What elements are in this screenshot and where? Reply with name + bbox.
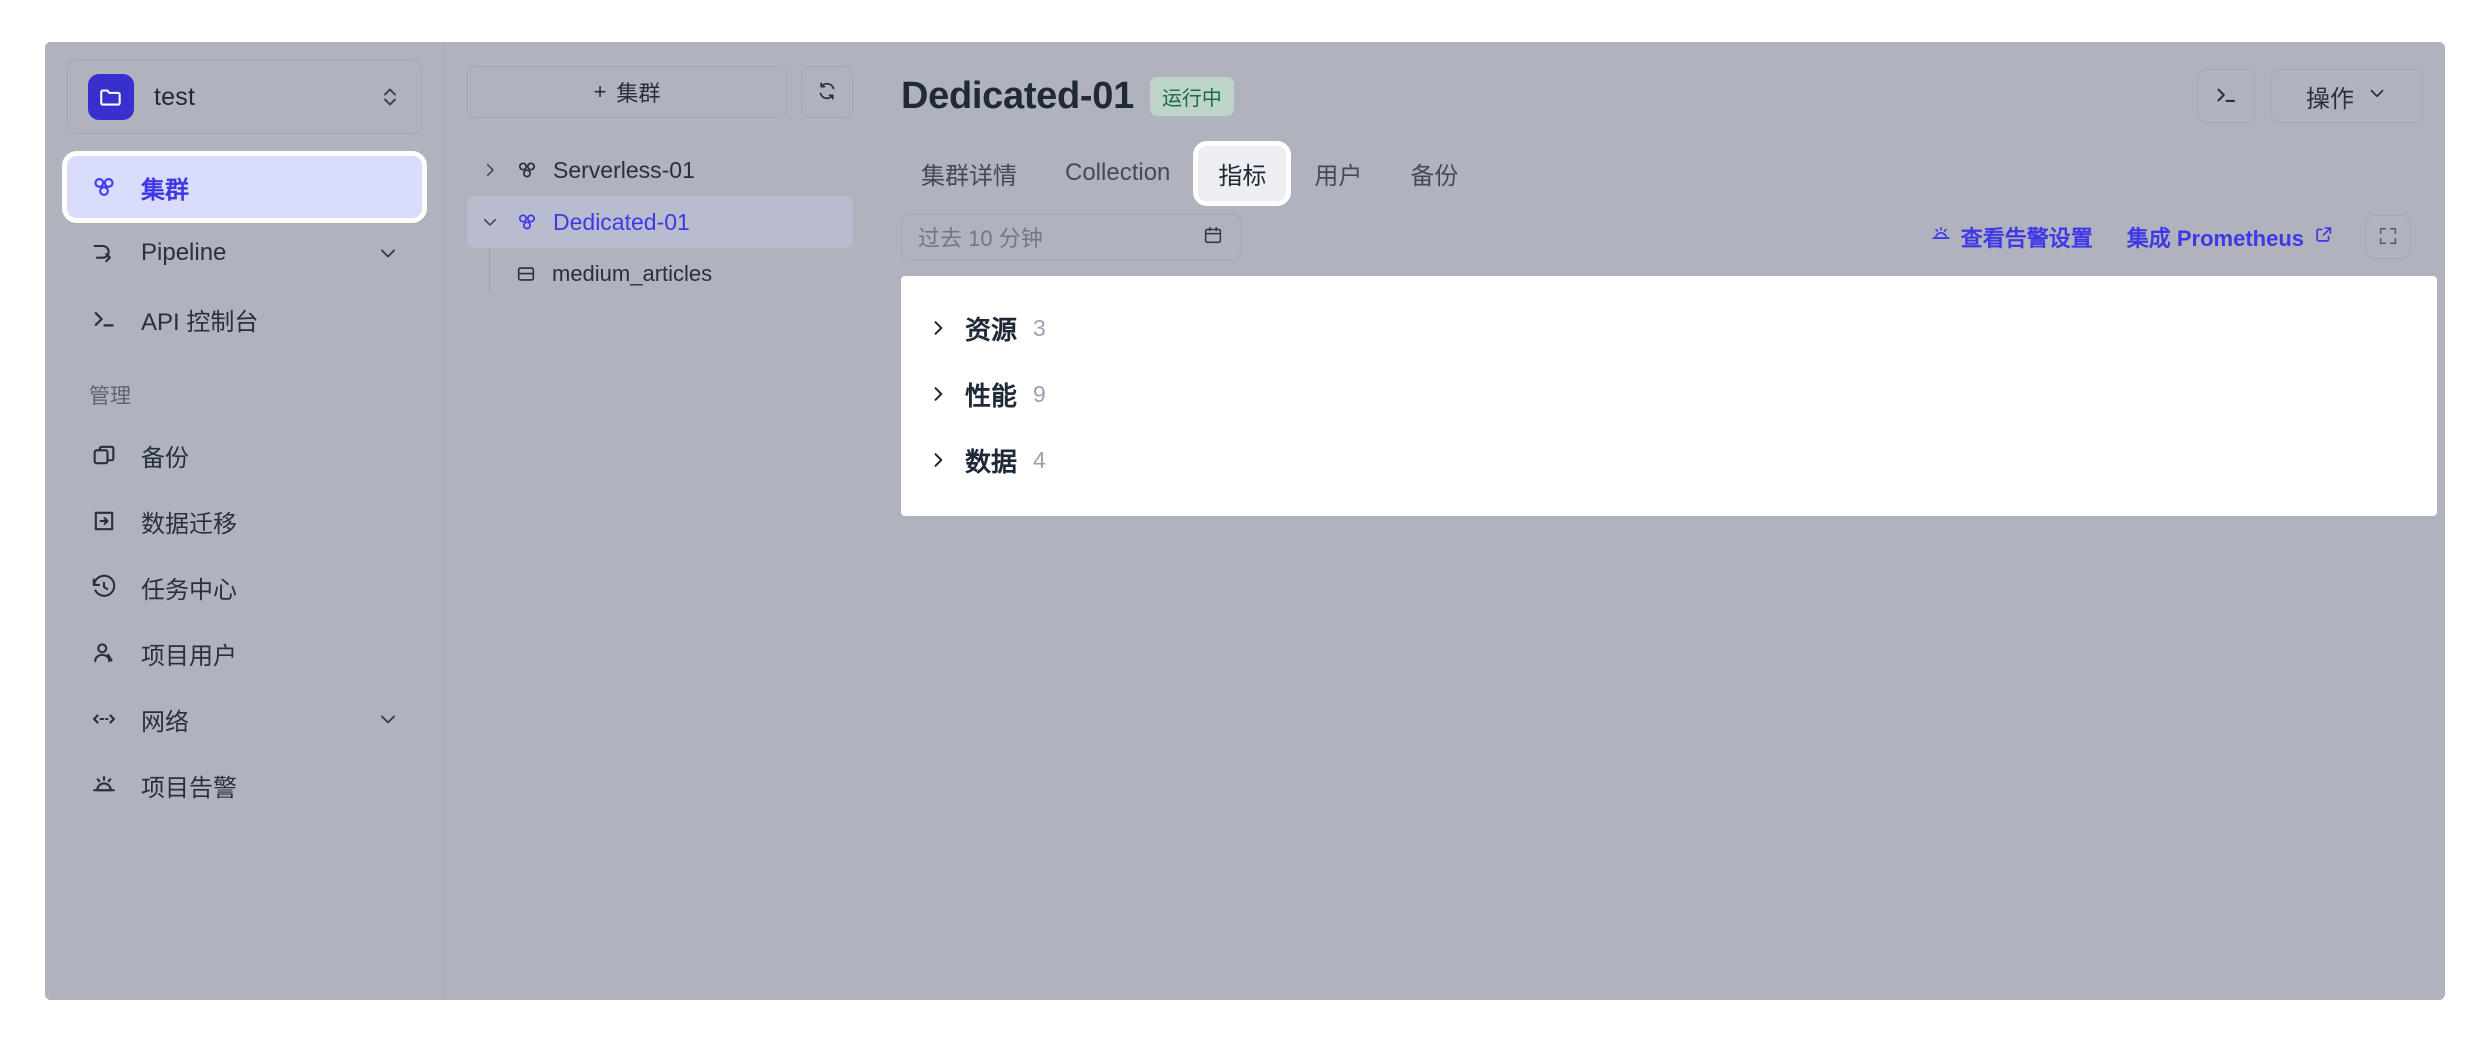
- external-link-icon: [2313, 223, 2335, 251]
- sidebar-item-label: 集群: [141, 176, 189, 204]
- sidebar-item-label: API 控制台: [141, 308, 259, 336]
- cluster-icon: [89, 172, 119, 202]
- tab-collection[interactable]: Collection: [1045, 149, 1190, 197]
- sidebar-item-project-users[interactable]: 项目用户: [67, 622, 422, 684]
- tree-children-dedicated: medium_articles: [467, 248, 853, 300]
- integrate-prometheus-label: 集成 Prometheus: [2126, 226, 2304, 251]
- fullscreen-button[interactable]: [2365, 215, 2411, 259]
- tab-cluster-details[interactable]: 集群详情: [901, 146, 1037, 201]
- sidebar-item-label: 项目用户: [141, 642, 237, 670]
- collection-icon: [513, 261, 539, 287]
- metric-section-count: 9: [1033, 380, 1046, 407]
- metric-section-title: 数据: [965, 446, 1018, 477]
- chevron-right-icon[interactable]: [927, 383, 949, 405]
- sidebar-item-pipeline[interactable]: Pipeline: [67, 222, 422, 284]
- sidebar-group-label: 管理: [89, 385, 131, 408]
- tab-users[interactable]: 用户: [1294, 146, 1382, 201]
- chevron-up-down-icon: [379, 82, 401, 112]
- project-name: test: [154, 82, 196, 111]
- add-cluster-label: 集群: [616, 81, 661, 106]
- tree-node-collection[interactable]: medium_articles: [495, 248, 853, 300]
- metric-section-performance[interactable]: 性能 9: [901, 366, 2437, 422]
- sidebar-item-clusters[interactable]: 集群: [62, 151, 427, 223]
- tree-node-serverless[interactable]: Serverless-01: [467, 144, 853, 196]
- sidebar-item-api-console[interactable]: API 控制台: [67, 288, 422, 350]
- folder-icon: [88, 74, 134, 120]
- calendar-icon: [1202, 224, 1224, 251]
- terminal-icon: [89, 304, 119, 334]
- metric-section-resources[interactable]: 资源 3: [901, 300, 2437, 356]
- sidebar-item-backup[interactable]: 备份: [67, 424, 422, 486]
- cluster-icon: [514, 157, 540, 183]
- copy-icon: [89, 440, 119, 470]
- cluster-tabs: 集群详情 Collection 指标 用户 备份: [875, 128, 2445, 206]
- chevron-down-icon: [2366, 82, 2388, 111]
- sidebar-item-label: 数据迁移: [141, 510, 237, 538]
- refresh-icon: [815, 79, 839, 106]
- alarm-icon: [1930, 223, 1952, 251]
- cluster-tree-panel: + 集群 Serverless-01 Dedicated-01 medium_a…: [445, 42, 875, 1000]
- time-range-picker[interactable]: 过去 10 分钟: [901, 214, 1241, 260]
- view-alert-settings-label: 查看告警设置: [1960, 226, 2093, 251]
- actions-dropdown-button[interactable]: 操作: [2271, 69, 2423, 123]
- sidebar-item-data-migration[interactable]: 数据迁移: [67, 490, 422, 552]
- metric-section-count: 4: [1033, 446, 1046, 473]
- sidebar-item-label: 任务中心: [141, 576, 237, 604]
- network-icon: [89, 704, 119, 734]
- plus-icon: +: [593, 79, 607, 104]
- metric-section-data[interactable]: 数据 4: [901, 432, 2437, 488]
- chevron-right-icon[interactable]: [479, 159, 501, 181]
- metrics-accordion-card: 资源 3 性能 9 数据 4: [901, 276, 2437, 516]
- chevron-down-icon[interactable]: [479, 211, 501, 233]
- sidebar-item-label: 备份: [141, 444, 189, 472]
- view-alert-settings-link[interactable]: 查看告警设置: [1930, 221, 2093, 253]
- sidebar-item-project-alerts[interactable]: 项目告警: [67, 754, 422, 816]
- metric-section-count: 3: [1033, 314, 1046, 341]
- terminal-icon: [2213, 82, 2239, 111]
- chevron-down-icon[interactable]: [376, 241, 400, 265]
- tree-node-dedicated[interactable]: Dedicated-01: [467, 196, 853, 248]
- user-icon: [89, 638, 119, 668]
- time-range-value: 过去 10 分钟: [918, 226, 1043, 251]
- chevron-down-icon[interactable]: [376, 707, 400, 731]
- data-migration-icon: [89, 506, 119, 536]
- metric-section-title: 资源: [965, 314, 1018, 345]
- chevron-right-icon[interactable]: [927, 317, 949, 339]
- sidebar-item-network[interactable]: 网络: [67, 688, 422, 750]
- tree-node-label: Serverless-01: [553, 156, 695, 183]
- main-content: Dedicated-01 运行中 操作 集群详情 Collection 指标 用…: [875, 42, 2445, 1000]
- page-title: Dedicated-01: [901, 74, 1134, 117]
- project-switcher[interactable]: test: [67, 60, 422, 134]
- tab-metrics[interactable]: 指标: [1193, 140, 1292, 206]
- sidebar-item-task-center[interactable]: 任务中心: [67, 556, 422, 618]
- primary-sidebar: test 集群 Pipeline API 控制台 管理 备份 数据迁移 任务中心…: [45, 42, 445, 1000]
- sidebar-item-label: 项目告警: [141, 774, 237, 802]
- tree-node-label: Dedicated-01: [553, 208, 690, 235]
- tab-backup[interactable]: 备份: [1390, 146, 1478, 201]
- sidebar-item-label: Pipeline: [141, 239, 227, 266]
- add-cluster-button[interactable]: + 集群: [467, 66, 787, 118]
- history-clock-icon: [89, 572, 119, 602]
- cluster-icon: [514, 209, 540, 235]
- chevron-right-icon[interactable]: [927, 449, 949, 471]
- cluster-tree-toolbar: + 集群: [467, 66, 853, 118]
- fullscreen-icon: [2377, 225, 2399, 250]
- status-badge: 运行中: [1149, 76, 1234, 116]
- metrics-toolbar: 过去 10 分钟 查看告警设置 集成 Prometheus: [875, 200, 2445, 266]
- alarm-icon: [89, 770, 119, 800]
- integrate-prometheus-link[interactable]: 集成 Prometheus: [2127, 221, 2335, 253]
- pipeline-icon: [89, 238, 119, 268]
- terminal-button[interactable]: [2197, 69, 2255, 123]
- app-window: test 集群 Pipeline API 控制台 管理 备份 数据迁移 任务中心…: [45, 42, 2445, 1000]
- tree-node-label: medium_articles: [552, 261, 713, 286]
- actions-label: 操作: [2306, 85, 2354, 113]
- sidebar-nav: 集群 Pipeline API 控制台 管理 备份 数据迁移 任务中心 项目用户…: [62, 151, 427, 816]
- refresh-button[interactable]: [801, 66, 853, 118]
- sidebar-item-label: 网络: [141, 708, 189, 736]
- cluster-header: Dedicated-01 运行中 操作: [875, 64, 2445, 128]
- metric-section-title: 性能: [965, 380, 1018, 411]
- cluster-tree: Serverless-01 Dedicated-01 medium_articl…: [467, 144, 853, 300]
